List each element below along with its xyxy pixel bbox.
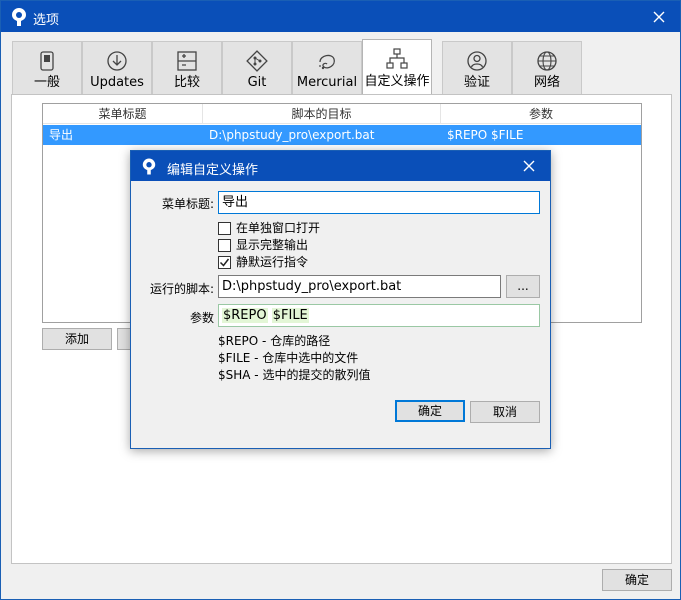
param-token: $REPO [222, 308, 268, 323]
checkmark-icon [218, 256, 231, 269]
menu-title-label: 菜单标题: [161, 197, 214, 211]
table-row[interactable]: 导出 D:\phpstudy_pro\export.bat $REPO $FIL… [43, 125, 641, 145]
params-input[interactable]: $REPO $FILE [218, 304, 540, 327]
dialog-title-bar: 编辑自定义操作 [131, 151, 550, 181]
add-button[interactable]: 添加 [42, 328, 112, 350]
diff-icon [177, 51, 197, 71]
column-header[interactable]: 脚本的目标 [203, 104, 441, 124]
window-title: 选项 [33, 13, 60, 28]
tab-label: Git [247, 75, 267, 90]
tab-git[interactable]: Git [222, 41, 292, 94]
table-header: 菜单标题 脚本的目标 参数 [43, 104, 641, 124]
script-label: 运行的脚本: [149, 282, 214, 296]
sourcetree-logo-icon [142, 158, 156, 175]
row-script: D:\phpstudy_pro\export.bat [209, 128, 375, 142]
dialog-title: 编辑自定义操作 [167, 163, 259, 178]
params-label: 参数 [189, 311, 214, 325]
mercurial-icon [319, 54, 335, 70]
tab-mercurial[interactable]: Mercurial [292, 41, 362, 94]
dialog-ok-button[interactable]: 确定 [395, 400, 465, 422]
title-bar: 选项 [1, 1, 680, 32]
tab-network[interactable]: 网络 [512, 41, 582, 94]
user-icon [467, 51, 487, 71]
tab-label: 网络 [533, 75, 560, 90]
close-icon[interactable] [638, 1, 680, 32]
tab-label: Mercurial [296, 75, 358, 90]
ok-button[interactable]: 确定 [602, 569, 672, 591]
download-icon [107, 51, 127, 71]
tab-label: Updates [90, 75, 144, 90]
tab-label: 比较 [173, 75, 200, 90]
script-path-input[interactable]: D:\phpstudy_pro\export.bat [218, 275, 501, 298]
row-params: $REPO $FILE [447, 128, 524, 142]
tab-updates[interactable]: Updates [82, 41, 152, 94]
row-menu-title: 导出 [49, 128, 74, 142]
tab-custom-actions[interactable]: 自定义操作 [362, 39, 432, 95]
help-line: $REPO - 仓库的路径 [218, 334, 331, 348]
tab-general[interactable]: 一般 [12, 41, 82, 94]
tab-auth[interactable]: 验证 [442, 41, 512, 94]
switch-icon [40, 51, 54, 71]
edit-custom-action-dialog: 编辑自定义操作 菜单标题: 导出 在单独窗口打开 显示完整输出 静默运行指令 运… [130, 150, 551, 449]
git-icon [246, 50, 268, 72]
close-icon[interactable] [508, 151, 550, 181]
tab-label: 一般 [33, 75, 60, 90]
browse-button[interactable]: ... [506, 275, 540, 298]
tab-label: 自定义操作 [364, 74, 430, 89]
tab-diff[interactable]: 比较 [152, 41, 222, 94]
globe-icon [537, 51, 557, 71]
dialog-cancel-button[interactable]: 取消 [470, 401, 540, 423]
help-line: $SHA - 选中的提交的散列值 [218, 368, 371, 382]
help-line: $FILE - 仓库中选中的文件 [218, 351, 359, 365]
param-token: $FILE [271, 308, 309, 323]
column-header[interactable]: 菜单标题 [43, 104, 203, 124]
custom-actions-icon [386, 48, 408, 69]
tab-label: 验证 [463, 75, 490, 90]
menu-title-input[interactable]: 导出 [218, 191, 540, 214]
column-header[interactable]: 参数 [441, 104, 641, 124]
sourcetree-logo-icon [12, 8, 26, 26]
